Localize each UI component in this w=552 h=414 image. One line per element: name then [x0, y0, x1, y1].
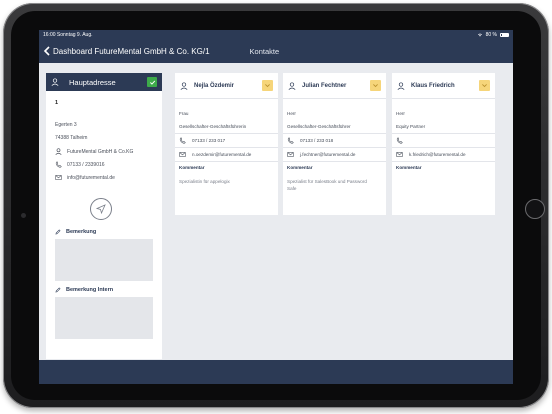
address-city: 74388 Talheim	[55, 135, 88, 141]
contact-phone-row[interactable]: 07133 / 233 018	[287, 137, 382, 144]
contact-card[interactable]: Nejla Özdemir Frau Gesellschafter-Geschä…	[175, 73, 278, 215]
contact-role: Gesellschafter-Geschäftsführer	[287, 124, 351, 129]
contact-salutation: Frau	[179, 111, 189, 116]
divider	[283, 161, 386, 162]
divider	[392, 133, 495, 134]
navigation-arrow-icon	[96, 204, 106, 214]
camera-icon	[21, 213, 26, 218]
divider	[392, 161, 495, 162]
main-content: Hauptadresse 1 Egerten 3 74388 Talheim F…	[39, 63, 513, 359]
chevron-down-icon	[265, 84, 270, 88]
navigate-button[interactable]	[90, 198, 112, 220]
mail-icon	[179, 152, 186, 157]
address-email-row[interactable]: info@futuremental.de	[55, 174, 115, 181]
wifi-icon	[477, 33, 482, 37]
remark-intern-field[interactable]	[55, 297, 153, 339]
check-icon	[149, 80, 155, 85]
divider	[175, 133, 278, 134]
pencil-icon	[55, 287, 61, 293]
user-icon	[288, 81, 296, 90]
divider	[175, 147, 278, 148]
remark-intern-label: Bemerkung Intern	[66, 287, 114, 293]
battery-icon	[500, 32, 509, 37]
address-header[interactable]: Hauptadresse	[46, 73, 162, 91]
address-panel: Hauptadresse 1 Egerten 3 74388 Talheim F…	[46, 73, 162, 359]
phone-icon	[55, 161, 62, 168]
contact-comment: Spezialist für SalesBook und Password Sa…	[287, 179, 367, 191]
contact-email-row[interactable]: j.fechtner@futuremental.de	[287, 151, 382, 158]
address-phone: 07133 / 2339016	[67, 161, 105, 168]
contact-name: Julian Fechtner	[302, 82, 347, 89]
address-number: 1	[55, 100, 59, 106]
contact-phone: 07133 / 233 018	[300, 138, 334, 143]
primary-address-checkbox[interactable]	[147, 77, 157, 87]
address-header-title: Hauptadresse	[69, 77, 116, 87]
contact-comment: Spezialistin für appelogix	[179, 179, 230, 184]
app-screen: 16:00 Sonntag 9. Aug. 80 % Dashboard Fut…	[39, 30, 513, 384]
contact-expand-button[interactable]	[479, 80, 490, 91]
contact-name: Klaus Friedrich	[411, 82, 455, 89]
back-button[interactable]: Dashboard FutureMental GmbH & Co. KG/1	[43, 46, 210, 56]
nav-bar: Dashboard FutureMental GmbH & Co. KG/1 K…	[39, 39, 513, 63]
user-icon	[397, 81, 405, 90]
contact-phone-row[interactable]	[396, 137, 491, 144]
contact-card[interactable]: Klaus Friedrich Herr Equity Partner k.fr…	[392, 73, 495, 215]
remark-field[interactable]	[55, 239, 153, 281]
contact-phone-row[interactable]: 07133 / 233 017	[179, 137, 274, 144]
contact-card[interactable]: Julian Fechtner Herr Gesellschafter-Gesc…	[283, 73, 386, 215]
address-phone-row[interactable]: 07133 / 2339016	[55, 161, 105, 168]
status-right: 80 %	[477, 32, 509, 38]
contact-card-header: Klaus Friedrich	[392, 73, 495, 99]
divider	[283, 147, 386, 148]
page-title: Kontakte	[249, 46, 280, 56]
contact-email-row[interactable]: k.friedrich@futuremental.de	[396, 151, 491, 158]
contact-email: j.fechtner@futuremental.de	[300, 152, 356, 157]
address-company-row: FutureMental GmbH & Co.KG	[55, 148, 133, 155]
address-company: FutureMental GmbH & Co.KG	[67, 148, 134, 155]
address-email: info@futuremental.de	[67, 174, 115, 181]
divider	[283, 133, 386, 134]
contact-email-row[interactable]: n.oezdemir@futuremental.de	[179, 151, 274, 158]
battery-percent: 80 %	[485, 31, 497, 38]
contact-salutation: Herr	[396, 111, 405, 116]
pencil-icon	[55, 229, 61, 235]
mail-icon	[396, 152, 403, 157]
divider	[175, 161, 278, 162]
status-bar: 16:00 Sonntag 9. Aug. 80 %	[39, 30, 513, 39]
remark-label: Bemerkung	[66, 229, 97, 235]
status-time-date: 16:00 Sonntag 9. Aug.	[43, 31, 93, 38]
contact-role: Equity Partner	[396, 124, 426, 129]
home-button[interactable]	[525, 199, 545, 219]
phone-icon	[179, 137, 186, 144]
contact-card-header: Nejla Özdemir	[175, 73, 278, 99]
user-icon	[180, 81, 188, 90]
user-icon	[55, 148, 62, 155]
divider	[392, 147, 495, 148]
contact-salutation: Herr	[287, 111, 296, 116]
back-label: Dashboard FutureMental GmbH & Co. KG/1	[53, 46, 210, 56]
contact-phone: 07133 / 233 017	[192, 138, 226, 143]
phone-icon	[287, 137, 294, 144]
user-icon	[51, 78, 59, 86]
chevron-left-icon	[43, 46, 50, 56]
mail-icon	[55, 175, 62, 180]
chevron-down-icon	[482, 84, 487, 88]
address-street: Egerten 3	[55, 122, 77, 128]
contact-expand-button[interactable]	[370, 80, 381, 91]
contact-comment-label: Kommentar	[179, 165, 205, 170]
chevron-down-icon	[373, 84, 378, 88]
contact-name: Nejla Özdemir	[194, 82, 235, 89]
contact-comment-label: Kommentar	[287, 165, 313, 170]
phone-icon	[396, 137, 403, 144]
bottom-bar	[39, 360, 513, 384]
mail-icon	[287, 152, 294, 157]
contact-role: Gesellschafter-Geschäftsführerin	[179, 124, 247, 129]
remark-intern-label-row: Bemerkung Intern	[55, 287, 113, 293]
contact-email: n.oezdemir@futuremental.de	[192, 152, 252, 157]
contact-expand-button[interactable]	[262, 80, 273, 91]
contact-card-header: Julian Fechtner	[283, 73, 386, 99]
remark-label-row: Bemerkung	[55, 229, 96, 235]
contact-comment-label: Kommentar	[396, 165, 422, 170]
contact-email: k.friedrich@futuremental.de	[409, 152, 466, 157]
